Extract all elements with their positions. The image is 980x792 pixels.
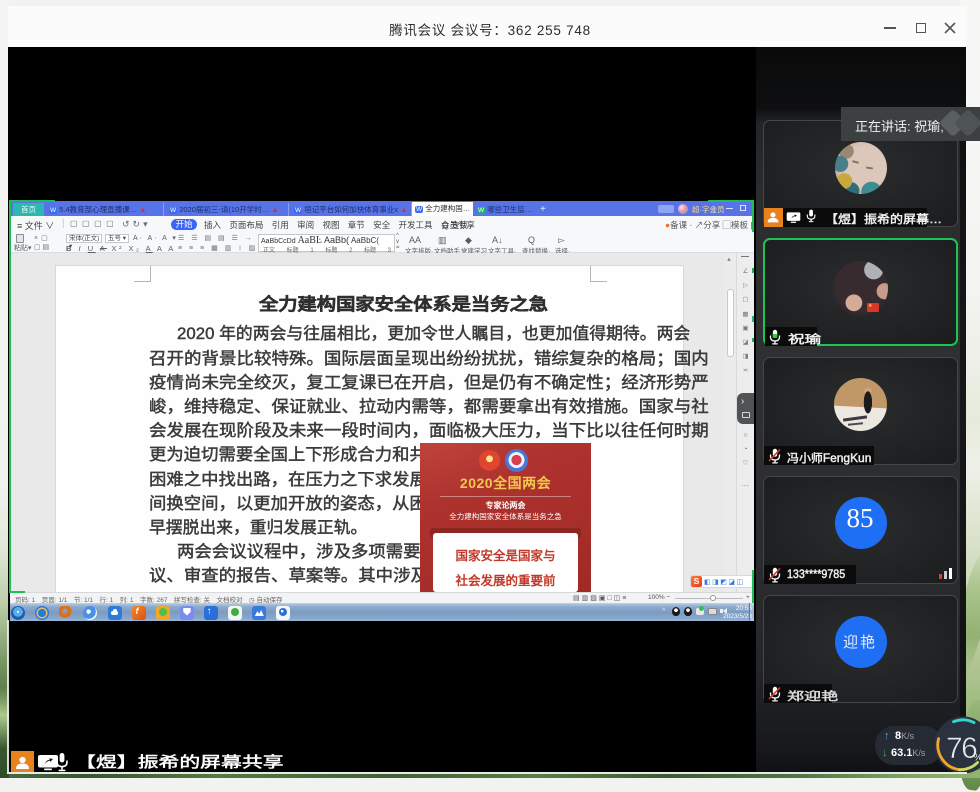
- svg-text:76: 76: [946, 732, 977, 765]
- svg-text:%: %: [974, 752, 980, 764]
